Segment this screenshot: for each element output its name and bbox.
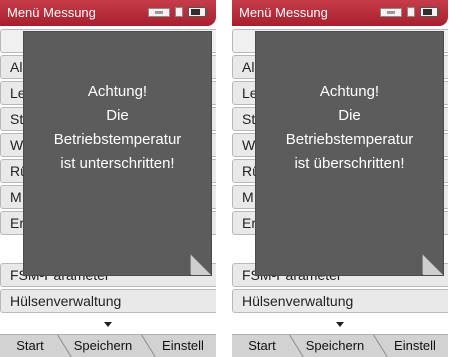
dialog-message: Achtung! Die Betriebstemperatur ist unte… <box>24 80 211 176</box>
softkey-einstell[interactable]: Einstell <box>386 335 444 357</box>
status-icons <box>148 5 210 19</box>
softkey-start[interactable]: Start <box>4 335 56 357</box>
scroll-down-icon[interactable] <box>104 322 112 327</box>
softkey-bar: Start Speichern Einstell <box>232 334 448 357</box>
dialog-line: Achtung! <box>87 83 148 100</box>
menu-item-label: St <box>10 111 24 127</box>
menu-item-label: Hülsenverwaltung <box>10 293 122 309</box>
card-icon <box>407 7 415 17</box>
softkey-speichern[interactable]: Speichern <box>68 335 138 357</box>
page-curl-icon <box>191 255 211 275</box>
menu-item-label: Er <box>10 215 24 231</box>
scroll-down-icon[interactable] <box>336 322 344 327</box>
title-bar: Menü Messung <box>0 0 216 26</box>
menu-item-label: M <box>242 189 254 205</box>
menu-item-huelsenverwaltung[interactable]: Hülsenverwaltung <box>232 289 448 313</box>
dialog-line: Die <box>106 107 129 124</box>
battery-icon <box>188 7 208 17</box>
warning-dialog[interactable]: Achtung! Die Betriebstemperatur ist über… <box>256 32 443 275</box>
menu-item-label: St <box>242 111 256 127</box>
menu-item-label: Al <box>10 59 23 75</box>
dialog-line: Achtung! <box>319 83 380 100</box>
dialog-line: ist überschritten! <box>294 155 405 172</box>
battery-icon <box>420 7 440 17</box>
menu-item-huelsenverwaltung[interactable]: Hülsenverwaltung <box>0 289 216 313</box>
device-screen-left: Menü Messung Al Le St W Rü M Er FSM-Para… <box>0 0 216 357</box>
menu-item-label: W <box>242 137 256 153</box>
dialog-message: Achtung! Die Betriebstemperatur ist über… <box>256 80 443 176</box>
memory-icon <box>148 8 170 17</box>
dialog-line: Betriebstemperatur <box>285 131 414 148</box>
dialog-line: ist unterschritten! <box>60 155 175 172</box>
dialog-line: Betriebstemperatur <box>53 131 182 148</box>
status-icons <box>380 5 442 19</box>
menu-item-label: M <box>10 189 22 205</box>
screen-title: Menü Messung <box>7 5 96 20</box>
softkey-start[interactable]: Start <box>236 335 288 357</box>
card-icon <box>175 7 183 17</box>
page-curl-icon <box>423 255 443 275</box>
dialog-line: Die <box>338 107 361 124</box>
device-screen-right: Menü Messung Al Le St W Rü M Er FSM-Para… <box>232 0 448 357</box>
softkey-speichern[interactable]: Speichern <box>300 335 370 357</box>
warning-dialog[interactable]: Achtung! Die Betriebstemperatur ist unte… <box>24 32 211 275</box>
menu-item-label: Er <box>242 215 256 231</box>
menu-item-label: Al <box>242 59 255 75</box>
menu-item-label: W <box>10 137 24 153</box>
memory-icon <box>380 8 402 17</box>
softkey-bar: Start Speichern Einstell <box>0 334 216 357</box>
menu-item-label: Hülsenverwaltung <box>242 293 354 309</box>
screen-title: Menü Messung <box>239 5 328 20</box>
softkey-einstell[interactable]: Einstell <box>154 335 212 357</box>
title-bar: Menü Messung <box>232 0 448 26</box>
